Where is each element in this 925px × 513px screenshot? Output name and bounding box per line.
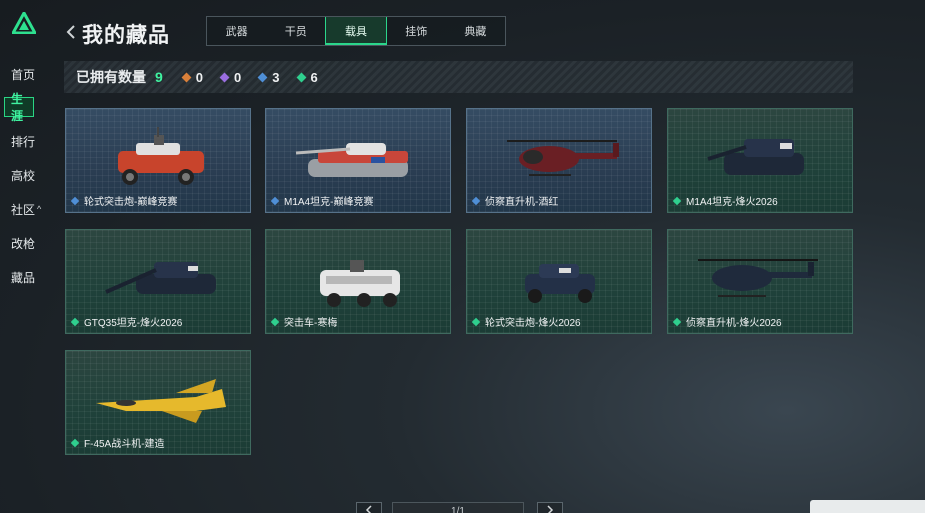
card-name: 侦察直升机-酒红 [485, 197, 559, 208]
helicopter-icon [698, 259, 818, 297]
green-diamond-icon [296, 72, 306, 82]
sidebar-item-home[interactable]: 首页 [4, 64, 44, 84]
logo-icon[interactable] [12, 12, 36, 34]
tab-charms[interactable]: 挂饰 [387, 17, 446, 45]
sidebar-item-gun-mod[interactable]: 改枪 [4, 233, 44, 253]
rarity-count-value: 3 [272, 69, 280, 85]
collection-card[interactable]: 侦察直升机-酒红 [466, 108, 652, 213]
assault-vehicle-icon [320, 260, 400, 307]
wheeled-assault-gun-icon [118, 127, 204, 185]
card-label: M1A4坦克-烽火2026 [672, 193, 778, 208]
green-diamond-icon [672, 317, 682, 326]
green-diamond-icon [471, 317, 481, 326]
chevron-left-icon [365, 505, 372, 513]
purple-diamond-icon [219, 72, 230, 82]
card-name: GTQ35坦克-烽火2026 [84, 318, 183, 329]
card-label: 侦察直升机-烽火2026 [672, 314, 782, 329]
caret-up-icon: ^ [37, 204, 42, 214]
wheeled-assault-gun-icon [525, 264, 595, 303]
green-diamond-icon [270, 317, 280, 326]
card-label: M1A4坦克-巅峰竞赛 [270, 193, 374, 208]
rarity-count-value: 0 [234, 69, 242, 85]
sidebar-item-university[interactable]: 高校 [4, 165, 44, 185]
card-name: F-45A战斗机-建造 [84, 439, 165, 450]
card-label: 轮式突击炮-巅峰竞赛 [70, 193, 178, 208]
card-name: 轮式突击炮-烽火2026 [485, 318, 581, 329]
sidebar-item-career[interactable]: 生涯 [4, 92, 34, 123]
sidebar-item-label: 首页 [11, 67, 36, 82]
next-page-button[interactable] [537, 502, 563, 513]
tab-vehicles[interactable]: 载具 [325, 17, 387, 45]
sidebar: 首页 生涯 排行 高校 社区 ^ 改枪 藏品 [0, 0, 48, 513]
category-tabs: 武器 干员 载具 挂饰 典藏 [206, 16, 506, 46]
rarity-count-value: 0 [195, 69, 204, 85]
toast-panel [810, 500, 925, 513]
sidebar-item-label: 社区 [11, 202, 36, 217]
green-diamond-icon [70, 438, 80, 447]
owned-label: 已拥有数量 [76, 69, 146, 85]
collection-card[interactable]: F-45A战斗机-建造 [65, 350, 251, 455]
page-indicator: 1/1 [392, 502, 524, 513]
card-label: 侦察直升机-酒红 [471, 193, 559, 208]
chevron-right-icon [547, 505, 554, 513]
blue-diamond-icon [270, 196, 280, 205]
collection-card[interactable]: M1A4坦克-巅峰竞赛 [265, 108, 451, 213]
rarity-count-blue: 3 [257, 69, 280, 85]
collection-card[interactable]: 突击车-寒梅 [265, 229, 451, 334]
orange-diamond-icon [181, 72, 192, 82]
sidebar-item-label: 藏品 [11, 270, 36, 285]
blue-diamond-icon [257, 72, 268, 82]
sidebar-item-label: 改枪 [11, 236, 36, 251]
tank-icon [105, 262, 216, 294]
card-label: GTQ35坦克-烽火2026 [70, 314, 183, 329]
card-name: 突击车-寒梅 [284, 318, 338, 329]
card-label: F-45A战斗机-建造 [70, 435, 165, 450]
blue-diamond-icon [70, 196, 80, 205]
sidebar-item-label: 排行 [11, 134, 36, 149]
collection-card[interactable]: GTQ35坦克-烽火2026 [65, 229, 251, 334]
card-name: M1A4坦克-巅峰竞赛 [284, 197, 374, 208]
card-label: 突击车-寒梅 [270, 314, 338, 329]
card-label: 轮式突击炮-烽火2026 [471, 314, 581, 329]
collection-card[interactable]: 侦察直升机-烽火2026 [667, 229, 853, 334]
sidebar-item-label: 生涯 [11, 92, 24, 123]
card-name: M1A4坦克-烽火2026 [686, 197, 778, 208]
owned-count-bar: 已拥有数量 9 0 0 3 6 [64, 61, 853, 93]
sidebar-item-ranking[interactable]: 排行 [4, 131, 44, 151]
tank-icon [707, 139, 804, 175]
rarity-count-orange: 0 [181, 69, 204, 85]
rarity-count-value: 6 [310, 69, 318, 85]
back-icon[interactable] [64, 22, 78, 42]
owned-total: 9 [155, 69, 163, 85]
sidebar-item-community[interactable]: 社区 ^ [4, 199, 44, 219]
sidebar-item-label: 高校 [11, 168, 36, 183]
green-diamond-icon [70, 317, 80, 326]
green-diamond-icon [672, 196, 682, 205]
collection-card[interactable]: 轮式突击炮-烽火2026 [466, 229, 652, 334]
tab-operators[interactable]: 干员 [266, 17, 325, 45]
prev-page-button[interactable] [356, 502, 382, 513]
tab-collector[interactable]: 典藏 [446, 17, 505, 45]
card-name: 轮式突击炮-巅峰竞赛 [84, 197, 178, 208]
collection-card[interactable]: 轮式突击炮-巅峰竞赛 [65, 108, 251, 213]
rarity-count-green: 6 [296, 69, 318, 85]
rarity-count-purple: 0 [219, 69, 242, 85]
helicopter-icon [507, 140, 619, 176]
blue-diamond-icon [471, 196, 481, 205]
page-title: 我的藏品 [82, 24, 170, 47]
fighter-jet-icon [96, 379, 226, 423]
tab-weapons[interactable]: 武器 [207, 17, 266, 45]
sidebar-item-collection[interactable]: 藏品 [4, 267, 44, 287]
card-name: 侦察直升机-烽火2026 [686, 318, 782, 329]
tank-icon [295, 143, 408, 177]
collection-card[interactable]: M1A4坦克-烽火2026 [667, 108, 853, 213]
